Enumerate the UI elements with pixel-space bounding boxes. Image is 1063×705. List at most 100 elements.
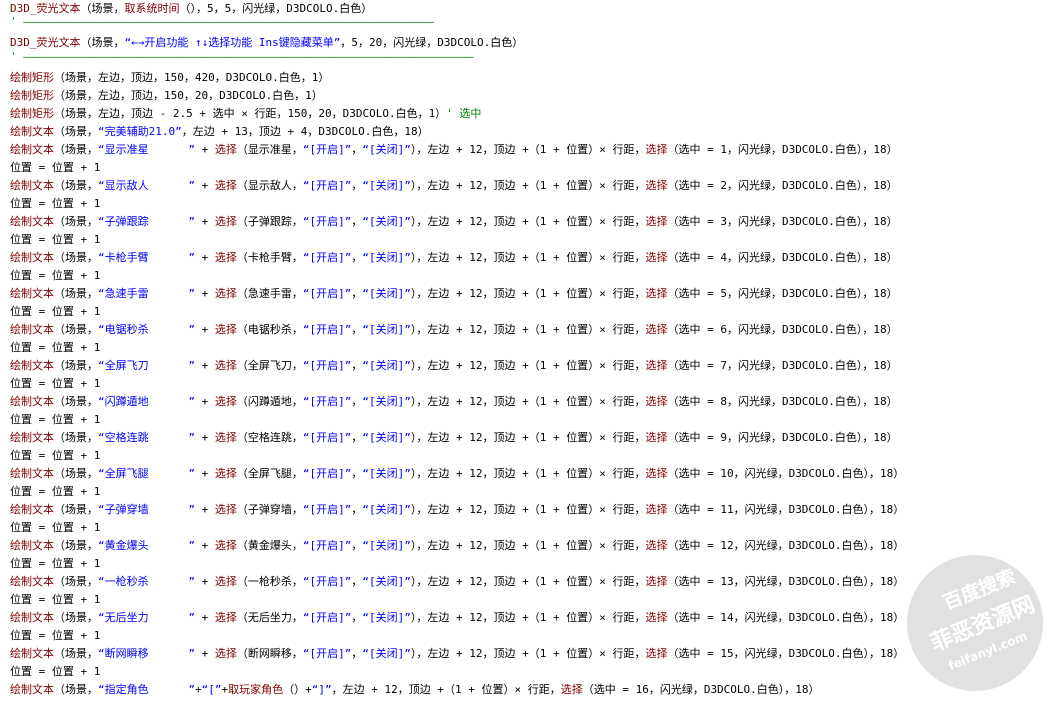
code-line[interactable]: 绘制文本（场景，“完美辅助21.0”，左边 + 13，顶边 + 4，D3DCOL… (10, 123, 1063, 141)
code-token: ），左边 + 12，顶边 +（1 + 位置）× 行距， (410, 359, 646, 372)
menu-item-draw-line[interactable]: 绘制文本（场景，“显示准星 ” + 选择（显示准星，“[开启]”，“[关闭]”）… (10, 141, 1063, 159)
code-token: 绘制文本 (10, 251, 54, 264)
code-token: + (194, 503, 215, 516)
menu-item-draw-line[interactable]: 绘制文本（场景，“断网瞬移 ” + 选择（断网瞬移，“[开启]”，“[关闭]”）… (10, 645, 1063, 663)
code-token: “[关闭]” (362, 467, 411, 480)
code-token: 选择 (645, 179, 668, 192)
code-token: 位置 = 位置 + 1 (10, 341, 101, 354)
position-increment-line[interactable]: 位置 = 位置 + 1 (10, 159, 1063, 177)
position-increment-line[interactable]: 位置 = 位置 + 1 (10, 339, 1063, 357)
code-token: （显示敌人， (236, 179, 303, 192)
menu-item-label: “卡枪手臂 ” (98, 251, 195, 264)
position-increment-line[interactable]: 位置 = 位置 + 1 (10, 411, 1063, 429)
menu-item-draw-line[interactable]: 绘制文本（场景，“子弹跟踪 ” + 选择（子弹跟踪，“[开启]”，“[关闭]”）… (10, 213, 1063, 231)
code-token: 选择 (214, 467, 237, 480)
code-token: ' ——————————————————————————————————————… (10, 50, 474, 63)
code-token: + (194, 647, 215, 660)
code-token: + (194, 323, 215, 336)
position-increment-line[interactable]: 位置 = 位置 + 1 (10, 591, 1063, 609)
menu-item-draw-line[interactable]: 绘制文本（场景，“无后坐力 ” + 选择（无后坐力，“[开启]”，“[关闭]”）… (10, 609, 1063, 627)
menu-item-label: “黄金爆头 ” (98, 539, 195, 552)
code-token: “]” (311, 683, 332, 696)
code-token: （场景，左边，顶边，150，420，D3DCOLO.白色，1） (54, 71, 330, 84)
code-token: “指定角色 ” (98, 683, 195, 696)
code-token: “[开启]” (302, 575, 352, 588)
code-token: 选择 (214, 431, 237, 444)
code-token: （子弹穿墙， (236, 503, 303, 516)
code-token: （无后坐力， (236, 611, 303, 624)
code-token: （选中 = 3，闪光绿，D3DCOLO.白色），18） (667, 215, 898, 228)
code-token: 选择 (214, 323, 237, 336)
code-token: ），左边 + 12，顶边 +（1 + 位置）× 行距， (410, 287, 646, 300)
menu-item-label: “子弹跟踪 ” (98, 215, 195, 228)
code-token: 位置 = 位置 + 1 (10, 269, 101, 282)
position-increment-line[interactable]: 位置 = 位置 + 1 (10, 555, 1063, 573)
position-increment-line[interactable]: 位置 = 位置 + 1 (10, 231, 1063, 249)
position-increment-line[interactable]: 位置 = 位置 + 1 (10, 303, 1063, 321)
code-token: ），左边 + 12，顶边 +（1 + 位置）× 行距， (410, 431, 646, 444)
code-token: ， (351, 647, 363, 660)
menu-item-draw-line[interactable]: 绘制文本（场景，“全屏飞刀 ” + 选择（全屏飞刀，“[开启]”，“[关闭]”）… (10, 357, 1063, 375)
code-token: 位置 = 位置 + 1 (10, 629, 101, 642)
menu-item-draw-line[interactable]: 绘制文本（场景，“电锯秒杀 ” + 选择（电锯秒杀，“[开启]”，“[关闭]”）… (10, 321, 1063, 339)
menu-item-draw-line[interactable]: 绘制文本（场景，“卡枪手臂 ” + 选择（卡枪手臂，“[开启]”，“[关闭]”）… (10, 249, 1063, 267)
code-token: “[关闭]” (362, 611, 411, 624)
code-token: “[开启]” (302, 467, 352, 480)
code-token: 选择 (214, 359, 237, 372)
code-token: （场景，左边，顶边，150，20，D3DCOLO.白色，1） (54, 89, 323, 102)
code-token: “[关闭]” (362, 647, 411, 660)
comment-separator[interactable]: ' ——————————————————————————————————————… (10, 15, 1063, 34)
position-increment-line[interactable]: 位置 = 位置 + 1 (10, 519, 1063, 537)
code-token: ，5，20，闪光绿，D3DCOLO.白色） (340, 36, 524, 49)
code-token: （断网瞬移， (236, 647, 303, 660)
code-token: 选择 (214, 503, 237, 516)
code-line[interactable]: 绘制矩形（场景，左边，顶边，150，20，D3DCOLO.白色，1） (10, 87, 1063, 105)
code-token: ），左边 + 12，顶边 +（1 + 位置）× 行距， (410, 503, 646, 516)
code-token: 选择 (645, 503, 668, 516)
position-increment-line[interactable]: 位置 = 位置 + 1 (10, 267, 1063, 285)
code-line[interactable]: 绘制矩形（场景，左边，顶边 - 2.5 + 选中 × 行距，150，20，D3D… (10, 105, 1063, 123)
code-token: “[关闭]” (362, 323, 411, 336)
code-token: （场景， (54, 395, 98, 408)
code-token: （一枪秒杀， (236, 575, 303, 588)
code-token: （场景， (54, 539, 98, 552)
code-token: 绘制文本 (10, 647, 54, 660)
code-token: 选择 (645, 539, 668, 552)
menu-item-draw-line[interactable]: 绘制文本（场景，“急速手雷 ” + 选择（急速手雷，“[开启]”，“[关闭]”）… (10, 285, 1063, 303)
menu-item-draw-line[interactable]: 绘制文本（场景，“黄金爆头 ” + 选择（黄金爆头，“[开启]”，“[关闭]”）… (10, 537, 1063, 555)
position-increment-line[interactable]: 位置 = 位置 + 1 (10, 195, 1063, 213)
code-token: 绘制文本 (10, 287, 54, 300)
position-increment-line[interactable]: 位置 = 位置 + 1 (10, 627, 1063, 645)
comment-separator[interactable]: ' ——————————————————————————————————————… (10, 50, 1063, 69)
code-token: + (194, 395, 215, 408)
code-line[interactable]: 绘制文本（场景，“指定角色 ”+“[”+取玩家角色（）+“]”，左边 + 12，… (10, 681, 1063, 699)
code-token: 选择 (214, 287, 237, 300)
code-token: （黄金爆头， (236, 539, 303, 552)
code-token: 位置 = 位置 + 1 (10, 197, 101, 210)
code-token: 选择 (645, 431, 668, 444)
position-increment-line[interactable]: 位置 = 位置 + 1 (10, 663, 1063, 681)
code-token: ， (351, 179, 363, 192)
menu-item-draw-line[interactable]: 绘制文本（场景，“一枪秒杀 ” + 选择（一枪秒杀，“[开启]”，“[关闭]”）… (10, 573, 1063, 591)
position-increment-line[interactable]: 位置 = 位置 + 1 (10, 447, 1063, 465)
code-token: 选择 (214, 575, 237, 588)
position-increment-line[interactable]: 位置 = 位置 + 1 (10, 483, 1063, 501)
code-token: 绘制文本 (10, 683, 54, 696)
menu-item-draw-line[interactable]: 绘制文本（场景，“子弹穿墙 ” + 选择（子弹穿墙，“[开启]”，“[关闭]”）… (10, 501, 1063, 519)
code-line[interactable]: 绘制矩形（场景，左边，顶边，150，420，D3DCOLO.白色，1） (10, 69, 1063, 87)
code-token: ， (351, 287, 363, 300)
menu-item-draw-line[interactable]: 绘制文本（场景，“闪蹲遁地 ” + 选择（闪蹲遁地，“[开启]”，“[关闭]”）… (10, 393, 1063, 411)
position-increment-line[interactable]: 位置 = 位置 + 1 (10, 375, 1063, 393)
menu-item-draw-line[interactable]: 绘制文本（场景，“全屏飞腿 ” + 选择（全屏飞腿，“[开启]”，“[关闭]”）… (10, 465, 1063, 483)
code-token: + (194, 611, 215, 624)
code-token: ' ——————————————————————————————————————… (10, 15, 434, 28)
code-token: （急速手雷， (236, 287, 303, 300)
code-token: “[关闭]” (362, 539, 411, 552)
code-token: + (194, 215, 215, 228)
code-editor[interactable]: D3D_荧光文本（场景，取系统时间（），5，5，闪光绿，D3DCOLO.白色） '… (10, 0, 1063, 699)
menu-item-draw-line[interactable]: 绘制文本（场景，“显示敌人 ” + 选择（显示敌人，“[开启]”，“[关闭]”）… (10, 177, 1063, 195)
menu-item-draw-line[interactable]: 绘制文本（场景，“空格连跳 ” + 选择（空格连跳，“[开启]”，“[关闭]”）… (10, 429, 1063, 447)
code-token: “[开启]” (302, 179, 352, 192)
code-token: ），左边 + 12，顶边 +（1 + 位置）× 行距， (410, 611, 646, 624)
code-token: 选择 (214, 215, 237, 228)
